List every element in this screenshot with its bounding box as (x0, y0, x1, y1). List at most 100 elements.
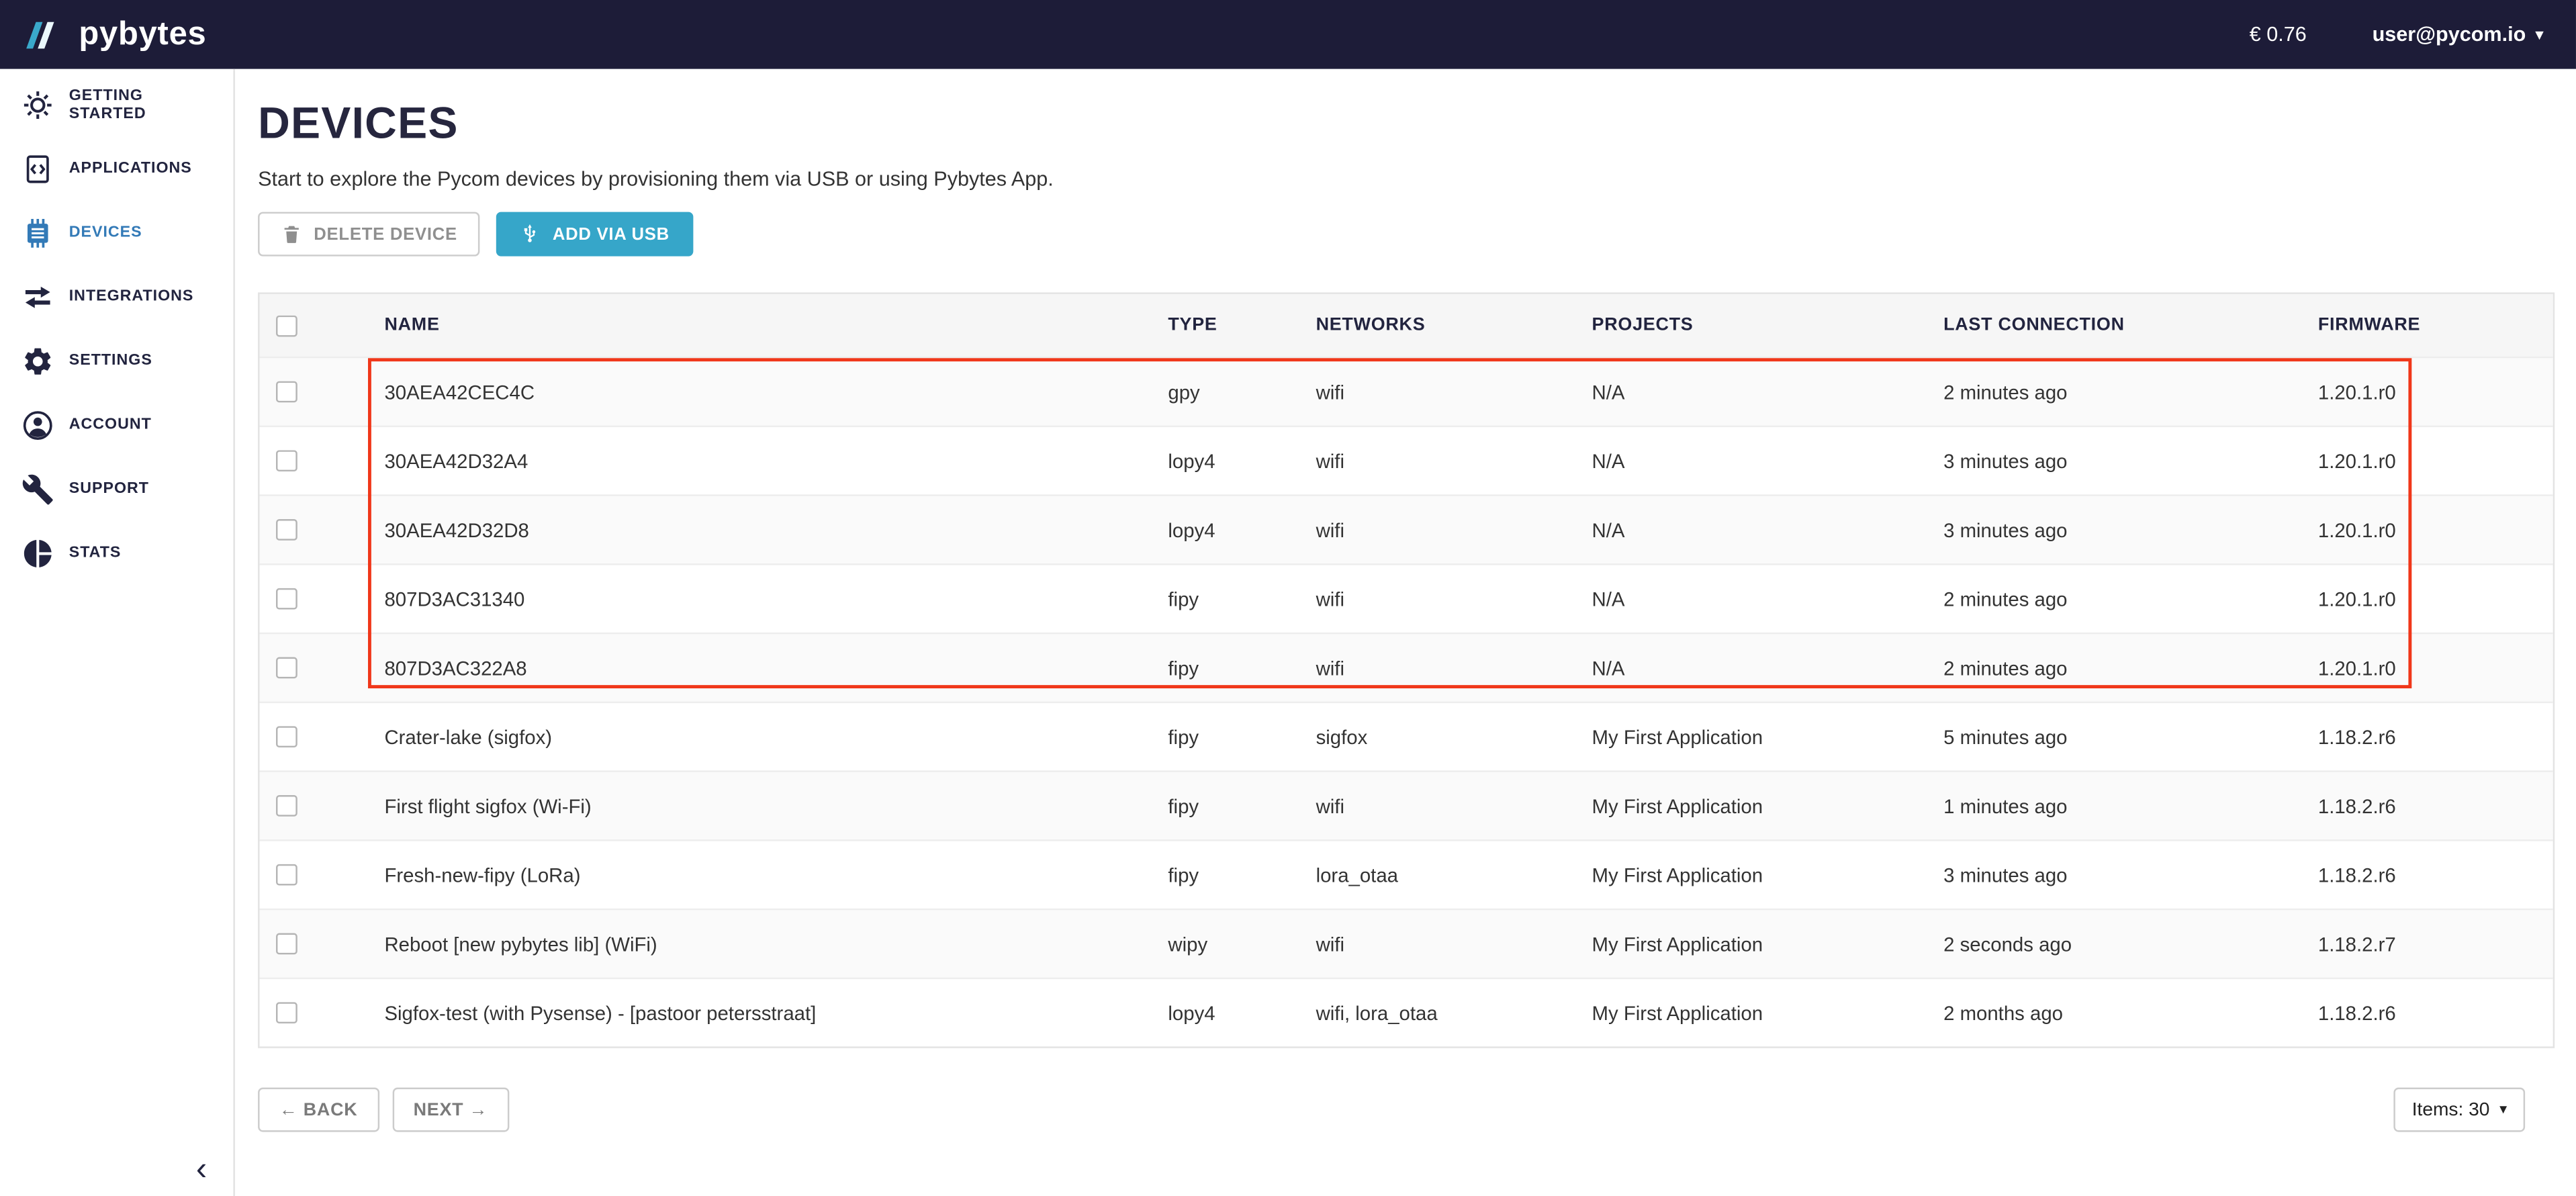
row-checkbox-cell (260, 726, 368, 747)
brand[interactable]: pybytes (26, 15, 206, 53)
device-projects-cell: N/A (1575, 588, 1927, 610)
main-content: DEVICES Start to explore the Pycom devic… (235, 69, 2576, 1196)
delete-device-label: DELETE DEVICE (314, 224, 457, 244)
device-row[interactable]: 807D3AC322A8 fipy wifi N/A 2 minutes ago… (260, 633, 2553, 702)
device-type-cell: fipy (1152, 794, 1299, 817)
row-checkbox-cell (260, 864, 368, 886)
trash-icon (281, 224, 302, 245)
device-name-cell: Fresh-new-fipy (LoRa) (368, 864, 1152, 886)
device-firmware-cell: 1.20.1.r0 (2301, 518, 2552, 541)
sidebar-item-label: INTEGRATIONS (69, 287, 194, 306)
row-checkbox-cell (260, 519, 368, 541)
sidebar-item-label: DEVICES (69, 224, 142, 242)
device-networks-cell: wifi (1299, 794, 1575, 817)
device-networks-cell: lora_otaa (1299, 864, 1575, 886)
pagination: ← BACK NEXT → Items: 30 ▾ (258, 1088, 2555, 1132)
row-checkbox-cell (260, 450, 368, 471)
row-checkbox[interactable] (276, 381, 297, 403)
device-firmware-cell: 1.18.2.r6 (2301, 725, 2552, 748)
device-last-connection-cell: 2 seconds ago (1927, 932, 2302, 955)
device-projects-cell: N/A (1575, 518, 1927, 541)
device-networks-cell: wifi (1299, 656, 1575, 679)
device-type-cell: lopy4 (1152, 449, 1299, 472)
row-checkbox-cell (260, 795, 368, 817)
back-button[interactable]: ← BACK (258, 1088, 379, 1132)
device-firmware-cell: 1.18.2.r6 (2301, 864, 2552, 886)
device-name-cell: 30AEA42CEC4C (368, 380, 1152, 403)
sidebar-item-support[interactable]: SUPPORT (0, 457, 233, 520)
sidebar-item-settings[interactable]: SETTINGS (0, 328, 233, 392)
next-button[interactable]: NEXT → (392, 1088, 509, 1132)
device-row[interactable]: Reboot [new pybytes lib] (WiFi) wipy wif… (260, 909, 2553, 978)
collapse-chevron-icon: ‹ (196, 1152, 207, 1188)
sidebar-item-label: STATS (69, 544, 122, 562)
delete-device-button[interactable]: DELETE DEVICE (258, 212, 480, 257)
device-row[interactable]: Fresh-new-fipy (LoRa) fipy lora_otaa My … (260, 839, 2553, 909)
row-checkbox[interactable] (276, 519, 297, 541)
settings-gear-icon (21, 344, 54, 377)
device-last-connection-cell: 3 minutes ago (1927, 864, 2302, 886)
device-projects-cell: My First Application (1575, 864, 1927, 886)
sidebar-collapse-button[interactable]: ‹ (196, 1153, 207, 1186)
sidebar-item-label: SETTINGS (69, 352, 152, 370)
device-networks-cell: sigfox (1299, 725, 1575, 748)
row-checkbox[interactable] (276, 588, 297, 610)
device-projects-cell: N/A (1575, 380, 1927, 403)
user-menu[interactable]: user@pycom.io ▾ (2373, 23, 2543, 46)
device-row[interactable]: First flight sigfox (Wi-Fi) fipy wifi My… (260, 770, 2553, 839)
row-checkbox[interactable] (276, 795, 297, 817)
device-row[interactable]: Sigfox-test (with Pysense) - [pastoor pe… (260, 978, 2553, 1047)
device-name-cell: Crater-lake (sigfox) (368, 725, 1152, 748)
device-projects-cell: My First Application (1575, 725, 1927, 748)
column-header-networks: NETWORKS (1299, 316, 1575, 335)
balance: € 0.76 (2250, 23, 2307, 46)
sidebar-item-account[interactable]: ACCOUNT (0, 393, 233, 457)
column-header-name: NAME (368, 316, 1152, 335)
row-checkbox[interactable] (276, 450, 297, 471)
applications-doc-icon (21, 152, 54, 185)
items-per-page-select[interactable]: Items: 30 ▾ (2394, 1088, 2525, 1132)
usb-icon (520, 224, 541, 245)
sidebar-item-integrations[interactable]: INTEGRATIONS (0, 265, 233, 328)
device-last-connection-cell: 5 minutes ago (1927, 725, 2302, 748)
device-firmware-cell: 1.20.1.r0 (2301, 588, 2552, 610)
device-projects-cell: N/A (1575, 656, 1927, 679)
integrations-arrows-icon (21, 280, 54, 313)
device-firmware-cell: 1.18.2.r7 (2301, 932, 2552, 955)
add-via-usb-button[interactable]: ADD VIA USB (497, 212, 693, 257)
device-row[interactable]: 30AEA42CEC4C gpy wifi N/A 2 minutes ago … (260, 357, 2553, 426)
row-checkbox-cell (260, 588, 368, 610)
row-checkbox-cell (260, 1002, 368, 1023)
sidebar-item-devices[interactable]: DEVICES (0, 200, 233, 264)
device-name-cell: 30AEA42D32A4 (368, 449, 1152, 472)
page-subtitle: Start to explore the Pycom devices by pr… (258, 168, 2555, 191)
select-all-checkbox[interactable] (276, 314, 297, 336)
column-header-last-connection: LAST CONNECTION (1927, 316, 2302, 335)
pybytes-logo-icon (26, 21, 67, 49)
select-all-cell (260, 314, 368, 336)
sidebar-item-getting-started[interactable]: GETTING STARTED (0, 73, 233, 136)
device-row[interactable]: 807D3AC31340 fipy wifi N/A 2 minutes ago… (260, 563, 2553, 633)
row-checkbox[interactable] (276, 726, 297, 747)
items-per-page-label: Items: 30 (2412, 1100, 2490, 1119)
row-checkbox[interactable] (276, 657, 297, 679)
device-type-cell: fipy (1152, 656, 1299, 679)
device-row[interactable]: 30AEA42D32A4 lopy4 wifi N/A 3 minutes ag… (260, 426, 2553, 495)
column-header-type: TYPE (1152, 316, 1299, 335)
device-last-connection-cell: 3 minutes ago (1927, 518, 2302, 541)
device-networks-cell: wifi (1299, 588, 1575, 610)
row-checkbox[interactable] (276, 1002, 297, 1023)
device-type-cell: gpy (1152, 380, 1299, 403)
device-row[interactable]: 30AEA42D32D8 lopy4 wifi N/A 3 minutes ag… (260, 494, 2553, 563)
row-checkbox-cell (260, 657, 368, 679)
row-checkbox[interactable] (276, 933, 297, 955)
toolbar: DELETE DEVICE ADD VIA USB (258, 212, 2555, 257)
column-header-firmware: FIRMWARE (2301, 316, 2552, 335)
row-checkbox[interactable] (276, 864, 297, 886)
sidebar-item-stats[interactable]: STATS (0, 521, 233, 585)
device-name-cell: Sigfox-test (with Pysense) - [pastoor pe… (368, 1001, 1152, 1024)
sidebar-item-applications[interactable]: APPLICATIONS (0, 136, 233, 200)
device-type-cell: lopy4 (1152, 1001, 1299, 1024)
device-row[interactable]: Crater-lake (sigfox) fipy sigfox My Firs… (260, 702, 2553, 771)
devices-table: NAME TYPE NETWORKS PROJECTS LAST CONNECT… (258, 292, 2555, 1048)
